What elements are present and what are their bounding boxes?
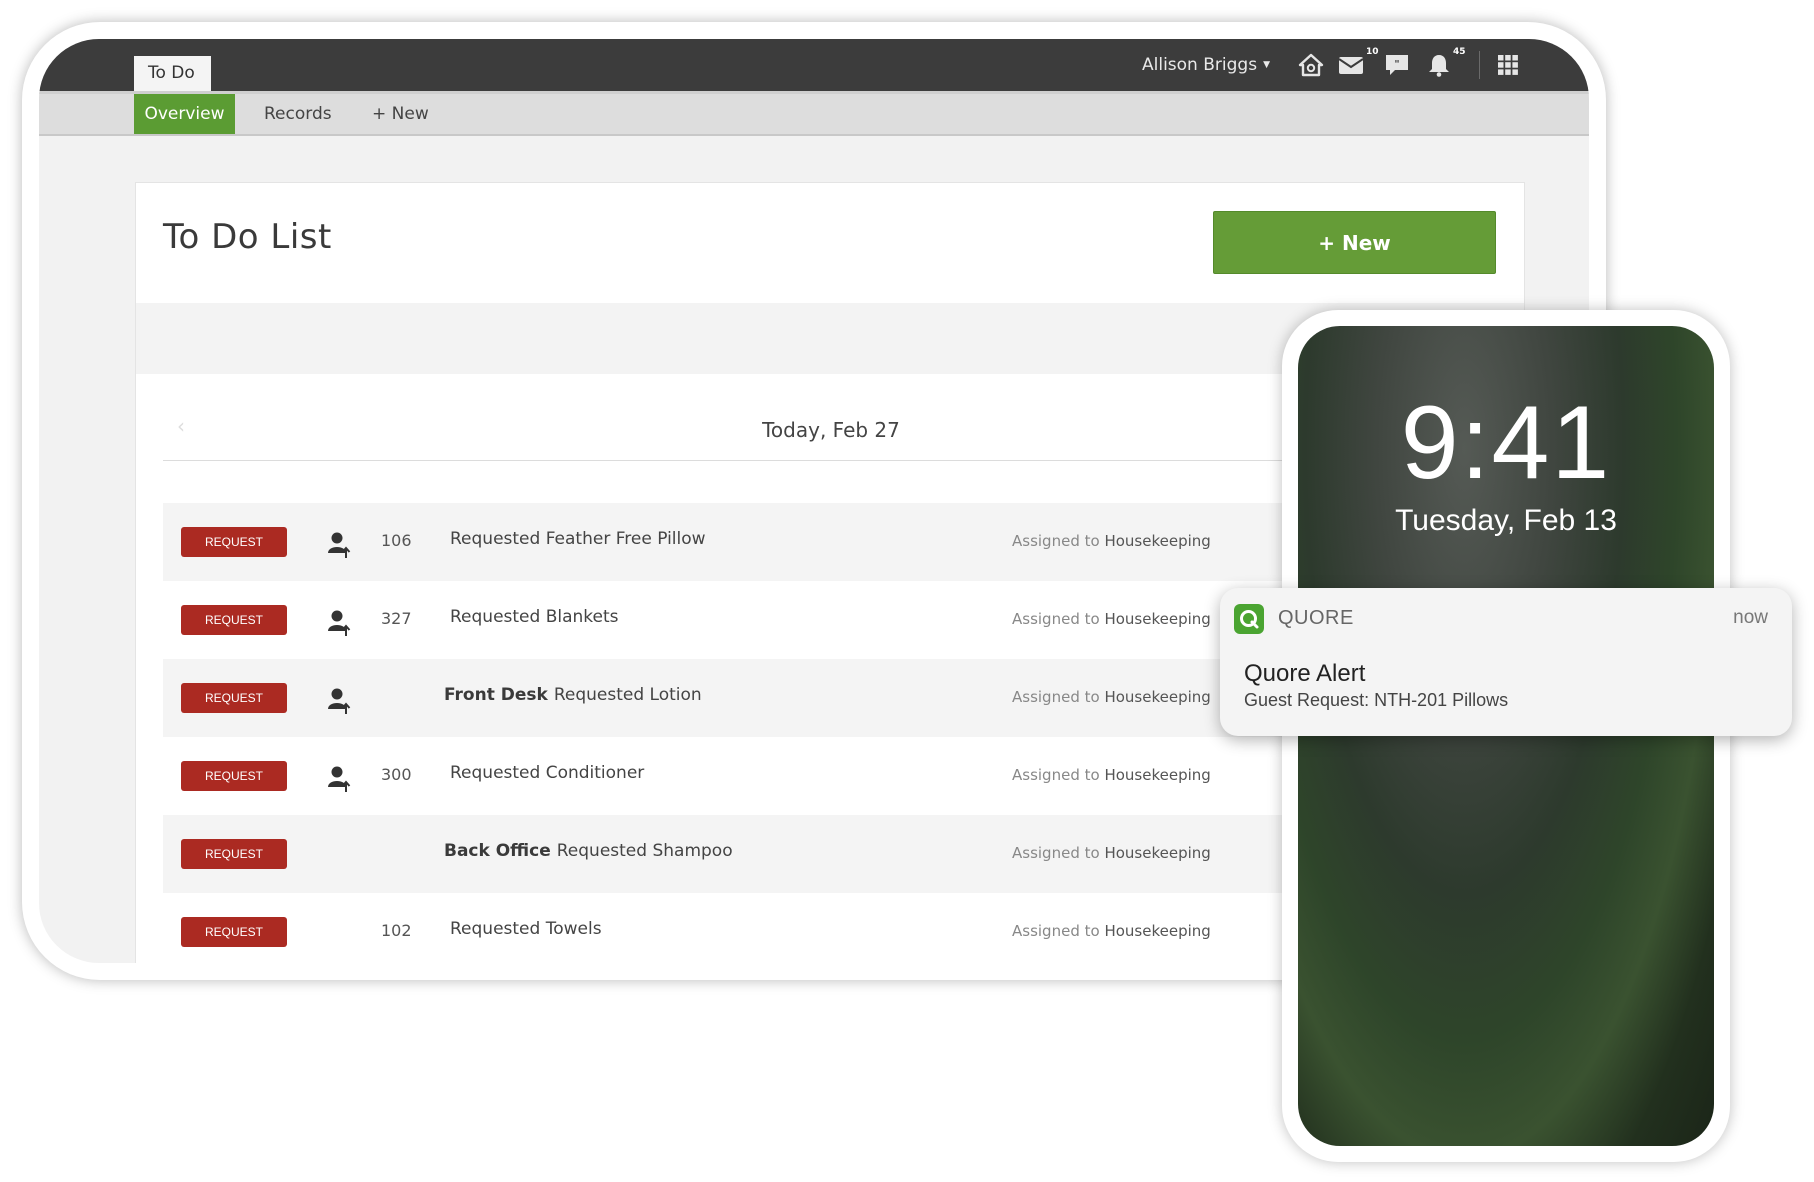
assigned-team: Housekeeping	[1104, 766, 1211, 784]
assigned-team: Housekeeping	[1104, 844, 1211, 862]
page-title: To Do List	[163, 217, 332, 257]
request-description: Requested Blankets	[444, 607, 619, 627]
mail-icon[interactable]	[1338, 53, 1364, 77]
room-number: 102	[381, 921, 412, 940]
push-notification[interactable]: QUORE now Quore Alert Guest Request: NTH…	[1220, 588, 1792, 736]
quore-logo-icon	[1234, 604, 1264, 634]
assigned-prefix: Assigned to	[1012, 844, 1100, 862]
request-text: Requested Shampoo	[556, 841, 733, 861]
bell-badge: 45	[1453, 47, 1466, 57]
assignment: Assigned to Housekeeping	[1012, 688, 1211, 706]
phone-lock-screen: 9:41 Tuesday, Feb 13	[1298, 326, 1714, 1146]
assigned-prefix: Assigned to	[1012, 922, 1100, 940]
sub-navigation: Overview Records + New	[39, 91, 1589, 136]
new-todo-button[interactable]: + New	[1213, 211, 1496, 274]
mail-badge: 10	[1366, 47, 1379, 57]
svg-text:": "	[1394, 59, 1399, 70]
assigned-prefix: Assigned to	[1012, 610, 1100, 628]
person-arrow-icon	[328, 766, 351, 792]
assignment: Assigned to Housekeeping	[1012, 766, 1211, 784]
assigned-team: Housekeeping	[1104, 610, 1211, 628]
lock-screen-time: 9:41	[1400, 385, 1612, 501]
top-bar: To Do Allison Briggs ▼ 10 " 45	[39, 39, 1589, 91]
request-description: Back Office Requested Shampoo	[444, 841, 733, 861]
phone-frame: 9:41 Tuesday, Feb 13	[1282, 310, 1730, 1162]
grid-icon[interactable]	[1495, 53, 1521, 77]
app-tab-todo[interactable]: To Do	[134, 56, 211, 91]
person-arrow-icon	[328, 532, 351, 558]
request-badge: REQUEST	[181, 917, 287, 947]
request-description: Front Desk Requested Lotion	[444, 685, 702, 705]
notification-title: Quore Alert	[1244, 660, 1366, 687]
request-text: Requested Towels	[450, 919, 602, 939]
bell-icon[interactable]	[1426, 53, 1452, 77]
request-location: Back Office	[444, 841, 551, 861]
request-location: Front Desk	[444, 685, 548, 705]
request-description: Requested Feather Free Pillow	[444, 529, 706, 549]
notification-app-name: QUORE	[1278, 607, 1354, 629]
assignment: Assigned to Housekeeping	[1012, 532, 1211, 550]
tab-new[interactable]: + New	[372, 94, 429, 134]
user-name: Allison Briggs	[1142, 55, 1258, 75]
person-arrow-icon	[328, 688, 351, 714]
assigned-prefix: Assigned to	[1012, 532, 1100, 550]
notification-body: Guest Request: NTH-201 Pillows	[1244, 690, 1509, 710]
request-badge: REQUEST	[181, 527, 287, 557]
assigned-team: Housekeeping	[1104, 922, 1211, 940]
room-number: 106	[381, 531, 412, 550]
tab-overview[interactable]: Overview	[134, 94, 235, 134]
person-arrow-icon	[328, 610, 351, 636]
request-text: Requested Blankets	[450, 607, 619, 627]
room-number: 327	[381, 609, 412, 628]
request-description: Requested Conditioner	[444, 763, 644, 783]
quore-q-icon	[1240, 610, 1259, 629]
assigned-prefix: Assigned to	[1012, 688, 1100, 706]
home-icon[interactable]	[1298, 53, 1324, 77]
caret-down-icon: ▼	[1263, 60, 1270, 70]
assigned-team: Housekeeping	[1104, 532, 1211, 550]
tab-records[interactable]: Records	[264, 94, 332, 134]
notification-time: now	[1733, 607, 1768, 628]
lock-screen-date: Tuesday, Feb 13	[1395, 504, 1617, 537]
chat-icon[interactable]: "	[1384, 53, 1410, 77]
user-menu[interactable]: Allison Briggs ▼	[1142, 39, 1270, 91]
request-badge: REQUEST	[181, 683, 287, 713]
topbar-divider	[1479, 51, 1480, 79]
assignment: Assigned to Housekeeping	[1012, 844, 1211, 862]
request-badge: REQUEST	[181, 761, 287, 791]
assignment: Assigned to Housekeeping	[1012, 922, 1211, 940]
assigned-team: Housekeeping	[1104, 688, 1211, 706]
room-number: 300	[381, 765, 412, 784]
request-text: Requested Feather Free Pillow	[450, 529, 706, 549]
assignment: Assigned to Housekeeping	[1012, 610, 1211, 628]
request-text: Requested Lotion	[553, 685, 702, 705]
request-badge: REQUEST	[181, 839, 287, 869]
request-text: Requested Conditioner	[450, 763, 645, 783]
request-badge: REQUEST	[181, 605, 287, 635]
assigned-prefix: Assigned to	[1012, 766, 1100, 784]
request-description: Requested Towels	[444, 919, 602, 939]
